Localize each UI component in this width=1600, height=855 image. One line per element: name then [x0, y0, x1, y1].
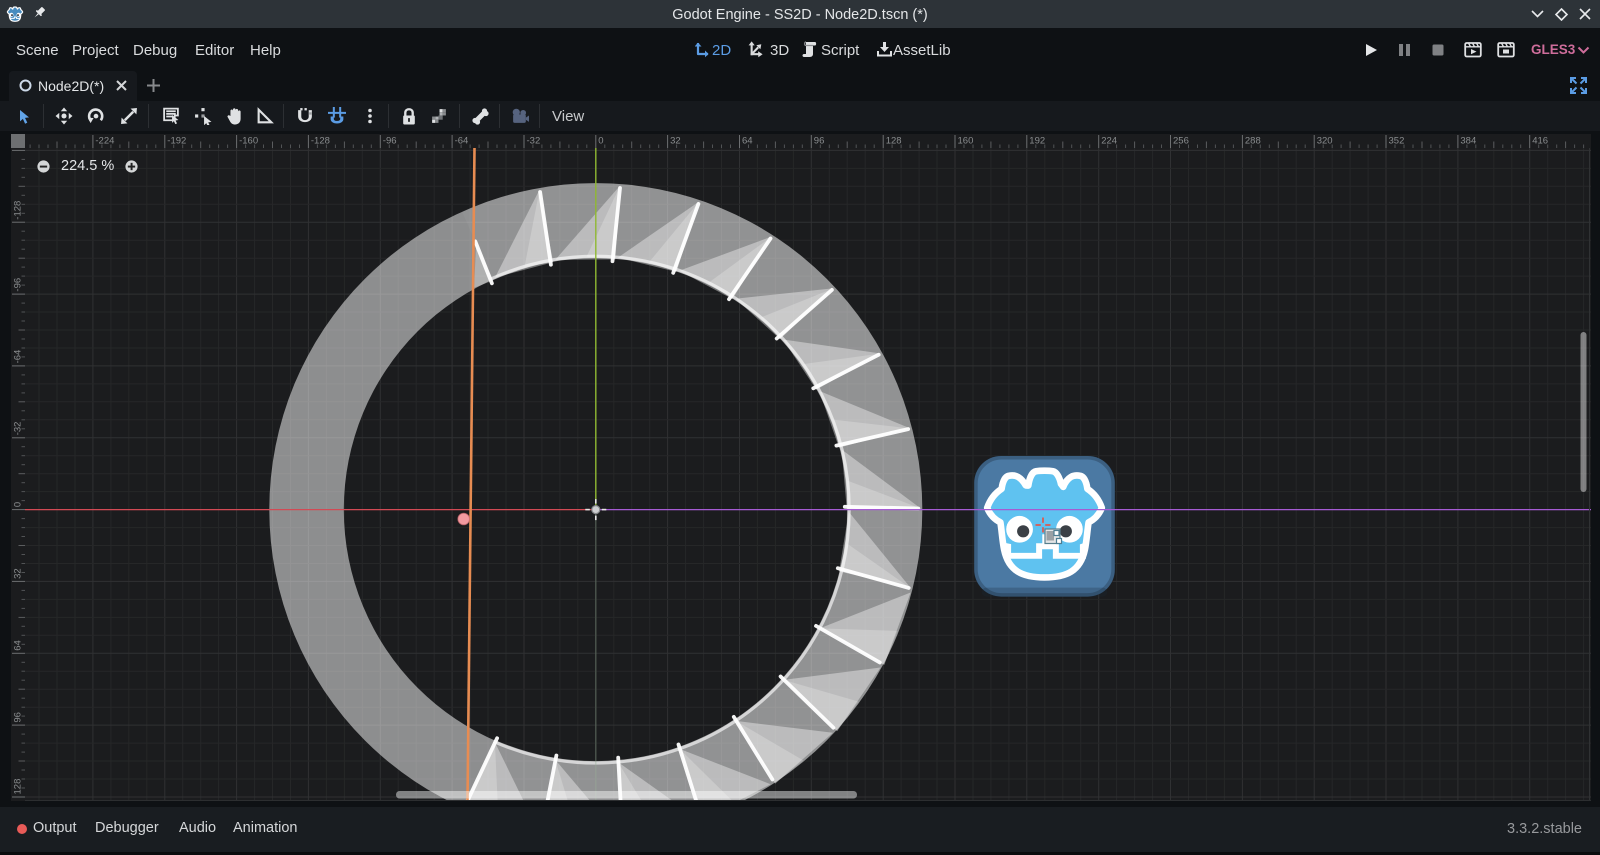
svg-text:32: 32 [13, 568, 24, 579]
svg-text:320: 320 [1317, 136, 1333, 147]
svg-text:0: 0 [13, 502, 24, 507]
svg-text:416: 416 [1532, 136, 1548, 147]
svg-text:0: 0 [598, 136, 603, 147]
svg-text:224: 224 [1101, 136, 1117, 147]
svg-text:-224: -224 [95, 136, 114, 147]
svg-text:-128: -128 [311, 136, 330, 147]
svg-text:352: 352 [1389, 136, 1405, 147]
svg-text:-192: -192 [167, 136, 186, 147]
svg-text:160: 160 [958, 136, 974, 147]
svg-text:-32: -32 [13, 422, 24, 436]
svg-text:96: 96 [13, 712, 24, 723]
svg-text:288: 288 [1245, 136, 1261, 147]
svg-text:96: 96 [814, 136, 825, 147]
svg-text:32: 32 [670, 136, 681, 147]
svg-text:-160: -160 [239, 136, 258, 147]
svg-text:64: 64 [742, 136, 753, 147]
svg-text:-96: -96 [13, 278, 24, 292]
svg-text:64: 64 [13, 640, 24, 651]
svg-text:384: 384 [1460, 136, 1476, 147]
svg-text:-128: -128 [13, 201, 24, 220]
svg-text:128: 128 [13, 779, 24, 795]
svg-text:128: 128 [886, 136, 902, 147]
svg-text:192: 192 [1029, 136, 1045, 147]
svg-text:-64: -64 [13, 350, 24, 364]
svg-text:256: 256 [1173, 136, 1189, 147]
